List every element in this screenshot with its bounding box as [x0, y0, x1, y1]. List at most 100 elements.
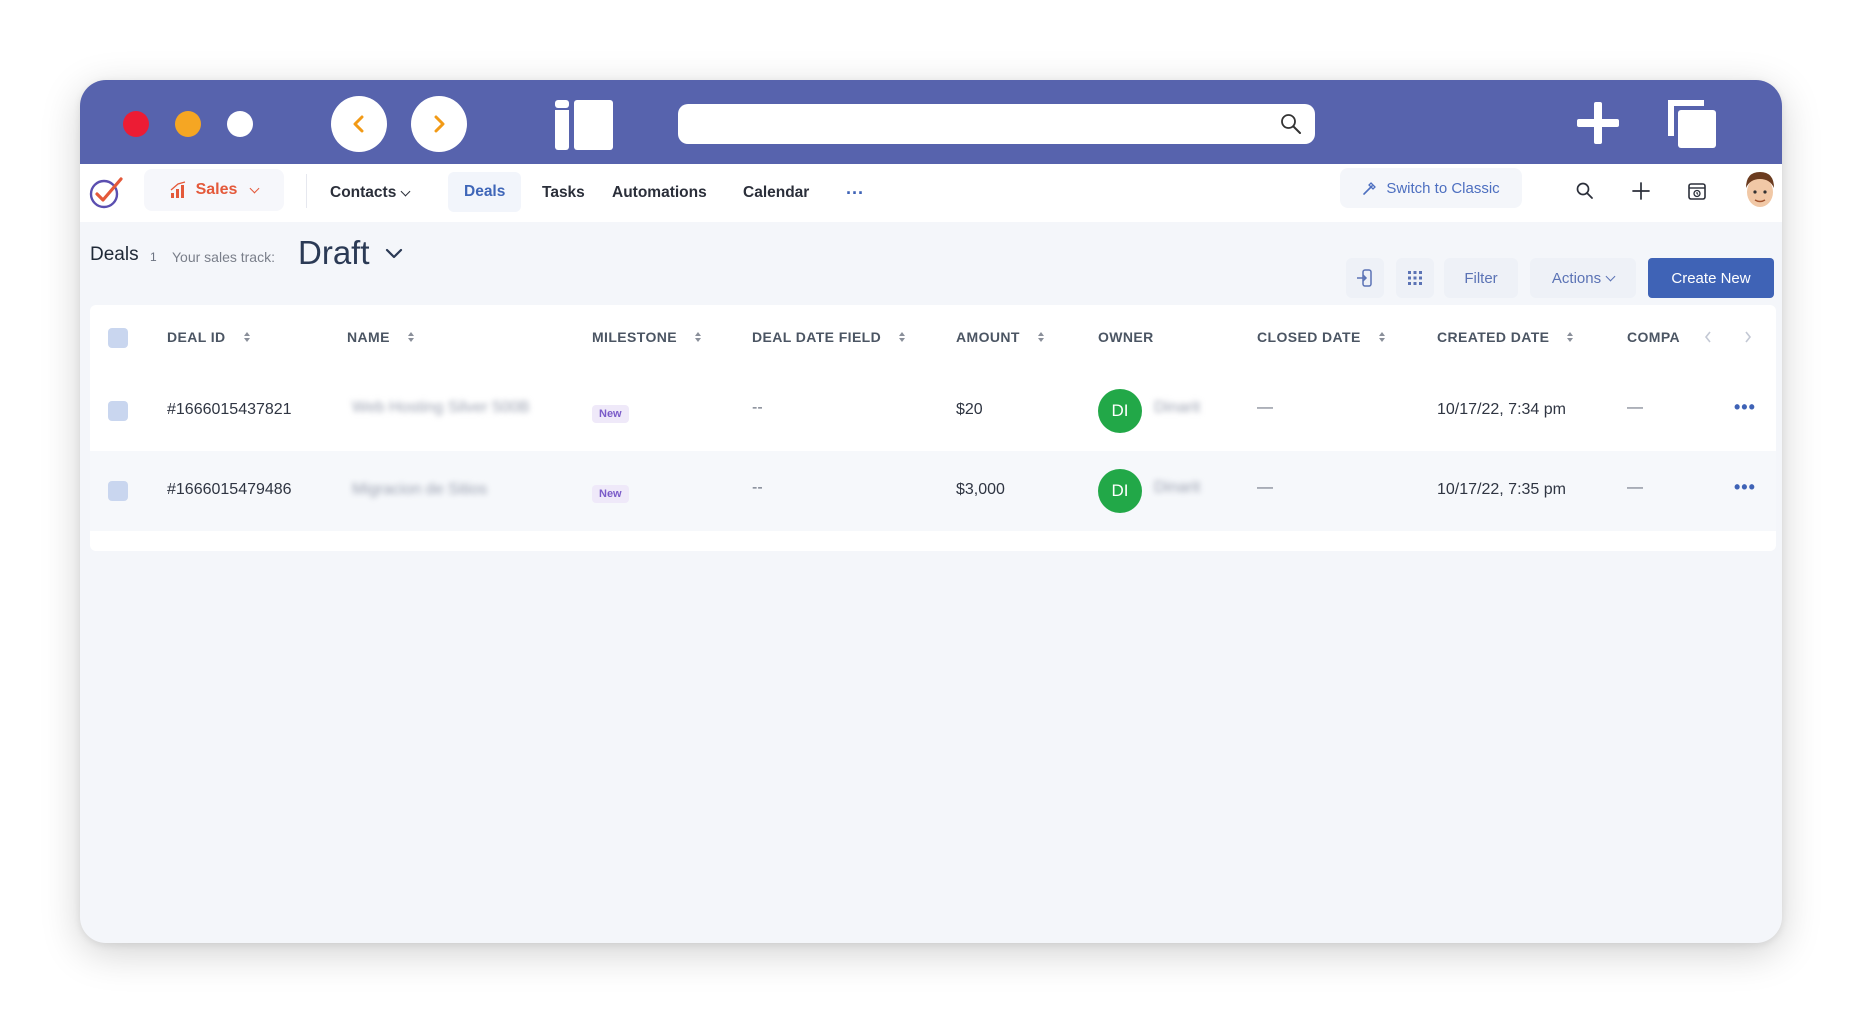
owner-initials: DI	[1111, 401, 1129, 420]
column-header-name[interactable]: NAME	[347, 329, 414, 345]
closed-date-cell: —	[1257, 479, 1273, 496]
milestone-badge: New	[592, 405, 629, 423]
user-avatar[interactable]	[1740, 168, 1780, 212]
column-header-owner[interactable]: OWNER	[1098, 329, 1154, 345]
nav-calendar-label: Calendar	[743, 184, 810, 201]
column-header-amount[interactable]: AMOUNT	[956, 329, 1044, 345]
filter-button[interactable]: Filter	[1444, 258, 1518, 298]
amount-cell: $20	[956, 401, 983, 418]
chevron-left-icon	[353, 115, 364, 133]
switch-classic-label: Switch to Classic	[1386, 179, 1500, 197]
grid-view-button[interactable]	[1396, 258, 1434, 298]
nav-contacts-label: Contacts	[330, 184, 397, 201]
table-row[interactable]: #1666015479486 Migracion de Sitios New -…	[90, 451, 1776, 531]
app-navbar: Sales Contacts Deals Tasks Automations C…	[80, 164, 1782, 222]
nav-contacts[interactable]: Contacts	[330, 164, 411, 222]
company-cell: —	[1627, 479, 1643, 496]
scroll-right-button[interactable]	[1736, 325, 1760, 349]
nav-more-button[interactable]: ···	[846, 164, 864, 222]
calendar-clock-icon	[1688, 183, 1706, 200]
bar-chart-icon	[170, 181, 185, 198]
column-scroll-controls	[1696, 325, 1760, 349]
maximize-window-button[interactable]	[227, 111, 253, 137]
column-label: OWNER	[1098, 329, 1154, 345]
switch-to-classic-button[interactable]: Switch to Classic	[1340, 168, 1522, 208]
forward-button[interactable]	[411, 96, 467, 152]
wand-icon	[1363, 182, 1377, 195]
sales-module-dropdown[interactable]: Sales	[144, 169, 284, 211]
global-search-button[interactable]	[1572, 178, 1598, 204]
sort-icon	[1037, 332, 1044, 342]
page-title: Deals	[90, 244, 139, 265]
column-header-created-date[interactable]: CREATED DATE	[1437, 329, 1574, 345]
tabs-overview-icon[interactable]	[1664, 96, 1720, 152]
nav-automations-label: Automations	[612, 184, 707, 201]
chevron-down-icon	[385, 248, 402, 259]
column-header-company[interactable]: COMPA	[1627, 329, 1680, 345]
column-header-closed-date[interactable]: CLOSED DATE	[1257, 329, 1385, 345]
row-checkbox[interactable]	[108, 401, 128, 421]
sort-icon	[695, 332, 702, 342]
sidebar-toggle-icon[interactable]	[555, 100, 613, 150]
owner-avatar[interactable]: DI	[1098, 389, 1142, 433]
deal-id-cell: #1666015437821	[167, 401, 292, 418]
select-all-checkbox[interactable]	[108, 328, 128, 348]
column-header-deal-date-field[interactable]: DEAL DATE FIELD	[752, 329, 906, 345]
column-label: MILESTONE	[592, 329, 678, 345]
new-tab-plus-icon[interactable]	[1575, 100, 1621, 146]
create-new-button[interactable]: Create New	[1648, 258, 1774, 298]
deals-table: DEAL ID NAME MILESTONE DEAL DATE FIELD A…	[90, 305, 1776, 551]
owner-name: Dinarit	[1154, 479, 1201, 496]
actions-label: Actions	[1551, 269, 1602, 287]
deal-name-link[interactable]: Migracion de Sitios	[352, 481, 487, 499]
grid-icon	[1408, 271, 1422, 285]
app-logo-icon[interactable]	[88, 174, 124, 210]
scroll-left-button[interactable]	[1696, 325, 1720, 349]
table-header: DEAL ID NAME MILESTONE DEAL DATE FIELD A…	[90, 305, 1776, 371]
chevron-right-icon	[1745, 331, 1752, 343]
owner-avatar[interactable]: DI	[1098, 469, 1142, 513]
nav-deals[interactable]: Deals	[448, 172, 522, 212]
milestone-badge: New	[592, 485, 629, 503]
table-row[interactable]: #1666015437821 Web Hosting Silver 500B N…	[90, 371, 1776, 451]
company-cell: —	[1627, 399, 1643, 416]
nav-divider	[306, 174, 307, 208]
calendar-clock-button[interactable]	[1684, 178, 1710, 204]
plus-icon	[1632, 182, 1650, 200]
deal-name-link[interactable]: Web Hosting Silver 500B	[352, 399, 530, 417]
nav-calendar[interactable]: Calendar	[743, 164, 809, 222]
sort-icon	[243, 332, 250, 342]
create-new-label: Create New	[1671, 269, 1751, 287]
closed-date-cell: —	[1257, 399, 1273, 416]
sort-icon	[899, 332, 906, 342]
chevron-left-icon	[1704, 331, 1711, 343]
nav-tasks[interactable]: Tasks	[542, 164, 585, 222]
url-bar[interactable]	[678, 104, 1315, 144]
quick-add-button[interactable]	[1628, 178, 1654, 204]
sales-track-label: Your sales track:	[172, 249, 275, 265]
column-label: AMOUNT	[956, 329, 1020, 345]
deal-date-cell: --	[752, 479, 763, 496]
back-button[interactable]	[331, 96, 387, 152]
column-header-deal-id[interactable]: DEAL ID	[167, 329, 250, 345]
close-window-button[interactable]	[123, 111, 149, 137]
chevron-down-icon	[249, 183, 260, 193]
browser-titlebar	[80, 80, 1782, 164]
sales-track-dropdown[interactable]: Draft	[298, 234, 404, 272]
row-more-button[interactable]: •••	[1734, 477, 1756, 498]
created-date-cell: 10/17/22, 7:35 pm	[1437, 481, 1566, 498]
minimize-window-button[interactable]	[175, 111, 201, 137]
actions-dropdown[interactable]: Actions	[1530, 258, 1636, 298]
nav-automations[interactable]: Automations	[612, 164, 707, 222]
nav-deals-label: Deals	[464, 183, 506, 200]
row-more-button[interactable]: •••	[1734, 397, 1756, 418]
sales-track-value: Draft	[298, 234, 370, 271]
row-checkbox[interactable]	[108, 481, 128, 501]
column-header-milestone[interactable]: MILESTONE	[592, 329, 702, 345]
owner-name: Dinarit	[1154, 399, 1201, 416]
nav-tasks-label: Tasks	[542, 184, 585, 201]
import-button[interactable]	[1346, 258, 1384, 298]
created-date-cell: 10/17/22, 7:34 pm	[1437, 401, 1566, 418]
sort-icon	[1567, 332, 1574, 342]
column-label: NAME	[347, 329, 390, 345]
